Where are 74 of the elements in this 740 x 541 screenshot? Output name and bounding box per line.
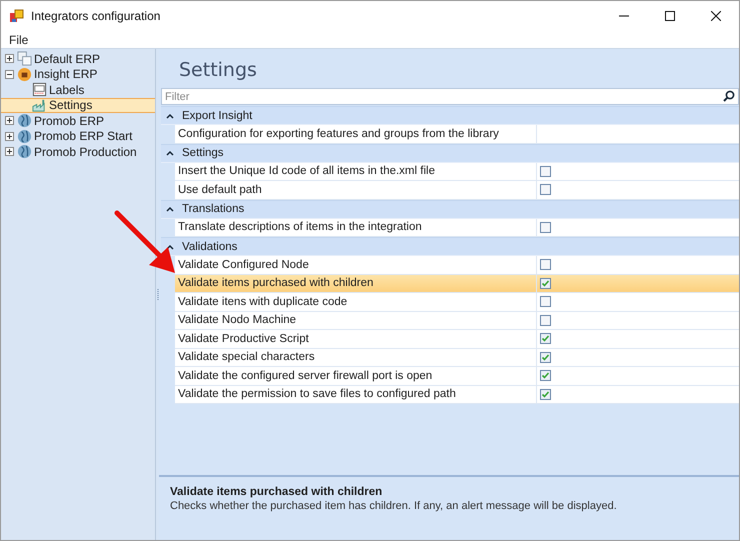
property-row[interactable]: Validate the permission to save files to configured path xyxy=(175,386,739,404)
checkbox[interactable] xyxy=(540,184,551,196)
tree-item[interactable]: Insight ERP xyxy=(1,66,155,82)
checkbox[interactable] xyxy=(540,222,551,233)
tree-item[interactable]: Labels xyxy=(1,82,155,98)
menu-item[interactable]: File xyxy=(1,32,36,46)
window-title: Integrators configuration xyxy=(31,9,160,23)
property-row[interactable]: Validate Nodo Machine xyxy=(175,312,739,330)
category-header[interactable]: Translations xyxy=(161,200,739,218)
category-header[interactable]: Export Insight xyxy=(161,106,739,125)
property-label: Validate itens with duplicate code xyxy=(175,293,537,310)
maximize-icon[interactable] xyxy=(665,11,675,21)
page-heading: Settings xyxy=(179,58,258,83)
tree-item[interactable]: Promob Production xyxy=(1,144,155,160)
property-label: Insert the Unique Id code of all items in the.xml file xyxy=(175,162,537,180)
property-label: Validate the configured server firewall port is open xyxy=(175,367,537,384)
close-icon[interactable] xyxy=(711,11,721,21)
collapse-icon[interactable] xyxy=(166,150,174,156)
property-row[interactable]: Translate descriptions of items in the integration xyxy=(175,218,739,237)
expand-icon[interactable] xyxy=(5,54,14,64)
checkbox[interactable] xyxy=(540,278,551,289)
globe-icon xyxy=(17,128,32,144)
checkbox[interactable] xyxy=(540,333,551,344)
property-row[interactable]: Validate special characters xyxy=(175,348,739,367)
checkbox[interactable] xyxy=(540,370,551,382)
collapse-icon[interactable] xyxy=(166,244,174,250)
checkbox[interactable] xyxy=(540,352,551,363)
category-title: Validations xyxy=(182,240,238,252)
property-row[interactable]: Validate Productive Script xyxy=(175,330,739,348)
property-row[interactable]: Use default path xyxy=(175,181,739,200)
property-label: Validate Configured Node xyxy=(175,256,537,274)
tree-item[interactable]: Promob ERP xyxy=(1,113,155,128)
globe-icon xyxy=(17,113,32,128)
property-label: Use default path xyxy=(175,181,537,198)
tree-item[interactable]: Settings xyxy=(1,98,155,113)
category-title: Settings xyxy=(182,147,224,159)
checkbox[interactable] xyxy=(540,314,551,326)
category-header[interactable]: Settings xyxy=(161,144,739,162)
app-icon xyxy=(9,8,25,24)
property-row[interactable]: Configuration for exporting features and groups from the library xyxy=(175,125,739,144)
collapse-icon[interactable] xyxy=(166,206,174,212)
globe-icon xyxy=(17,144,32,160)
property-row[interactable]: Validate the configured server firewall port is open xyxy=(175,367,739,386)
collapse-icon[interactable] xyxy=(5,70,14,79)
property-row[interactable]: Validate items purchased with children xyxy=(175,274,739,293)
property-label: Validate special characters xyxy=(175,348,537,366)
search-icon[interactable] xyxy=(723,90,735,102)
tree-item[interactable]: Default ERP xyxy=(1,51,155,66)
property-row[interactable]: Insert the Unique Id code of all items in the.xml file xyxy=(175,162,739,181)
grid-icon xyxy=(17,51,32,66)
category-title: Export Insight xyxy=(182,110,252,122)
property-row[interactable]: Validate Configured Node xyxy=(175,256,739,274)
property-label: Validate Productive Script xyxy=(175,330,537,348)
property-label: Configuration for exporting features and groups from the library xyxy=(175,125,537,142)
collapse-icon[interactable] xyxy=(166,112,174,118)
filter-field[interactable]: Filter xyxy=(161,88,739,105)
checkbox[interactable] xyxy=(540,388,551,400)
property-row[interactable]: Validate itens with duplicate code xyxy=(175,293,739,312)
tree-item[interactable]: Promob ERP Start xyxy=(1,128,155,144)
category-header[interactable]: Validations xyxy=(161,237,739,256)
checkbox[interactable] xyxy=(540,296,551,308)
expand-icon[interactable] xyxy=(5,132,14,141)
category-title: Translations xyxy=(182,203,244,215)
checkbox[interactable] xyxy=(540,166,551,177)
property-label: Translate descriptions of items in the integration xyxy=(175,218,537,236)
box-icon xyxy=(17,66,32,82)
description-title: Validate items purchased with children xyxy=(170,486,384,498)
expand-icon[interactable] xyxy=(5,147,14,156)
property-label: Validate the permission to save files to configured path xyxy=(175,386,537,403)
property-label: Validate items purchased with children xyxy=(175,274,537,292)
description-text: Checks whether the purchased item has children. If any, an alert message will be displayed. xyxy=(170,500,618,512)
property-label: Validate Nodo Machine xyxy=(175,312,537,329)
expand-icon[interactable] xyxy=(5,116,14,126)
checkbox[interactable] xyxy=(540,259,551,270)
